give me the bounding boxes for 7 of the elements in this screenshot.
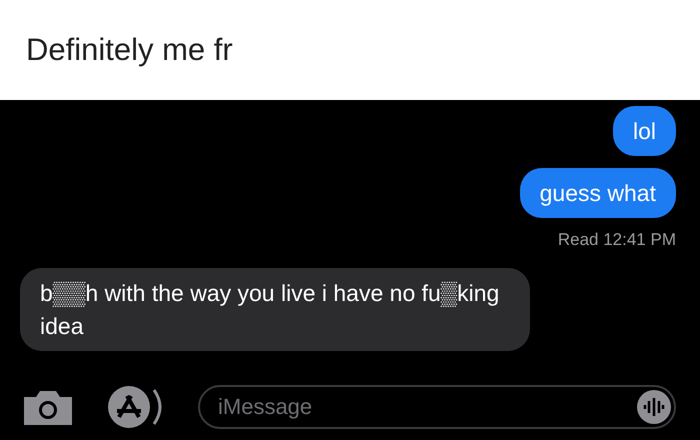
read-receipt: Read 12:41 PM <box>558 230 676 250</box>
message-field[interactable]: iMessage <box>198 385 676 429</box>
message-bubble: lol <box>612 106 676 156</box>
caption: Definitely me fr <box>26 32 233 68</box>
microphone-icon[interactable] <box>636 389 672 425</box>
message-bubble: b▒▒h with the way you live i have no fu▒king idea <box>20 268 530 351</box>
message-bubble: guess what <box>520 168 676 218</box>
